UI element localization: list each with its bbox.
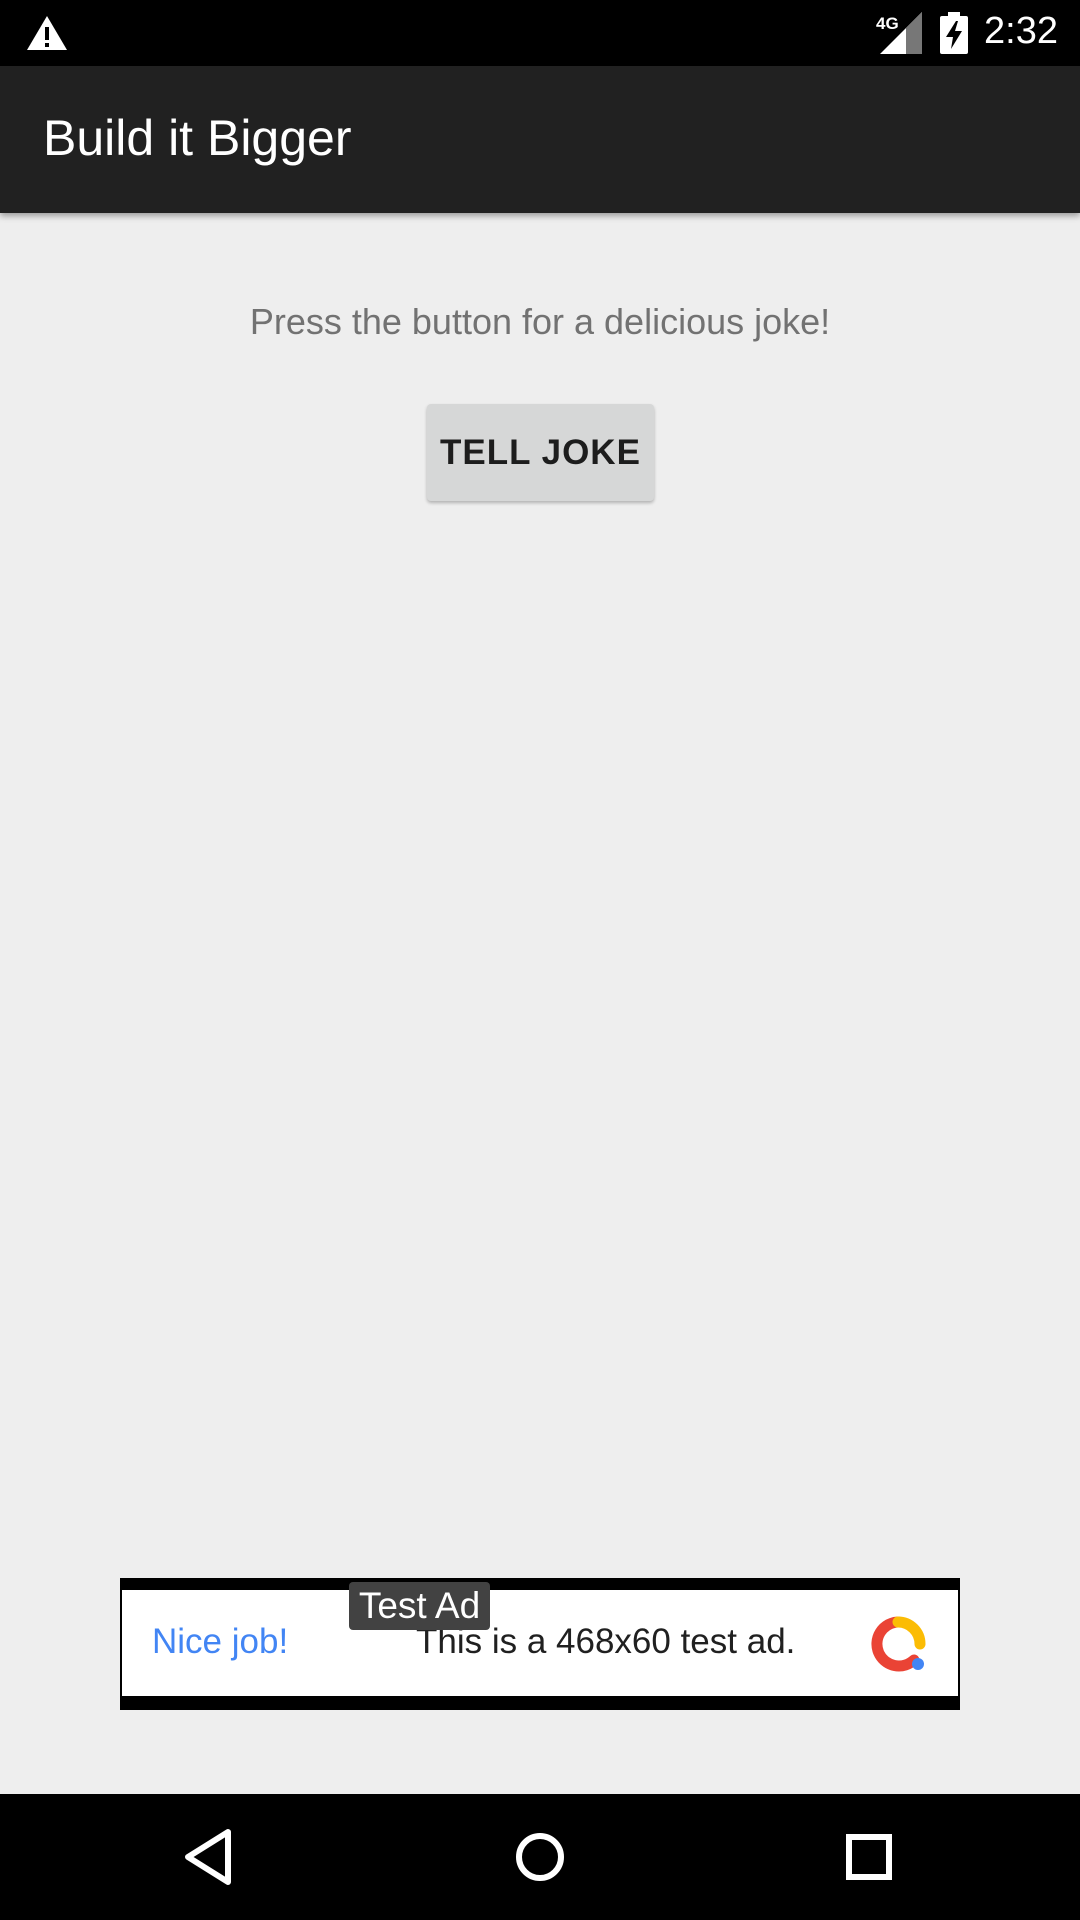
admob-logo-icon: [871, 1616, 926, 1672]
app-title: Build it Bigger: [43, 110, 352, 166]
recents-icon[interactable]: [836, 1824, 902, 1890]
network-type-label: 4G: [876, 14, 899, 33]
ad-content[interactable]: Nice job! This is a 468x60 test ad.: [122, 1590, 958, 1696]
status-bar: 4G 2:32: [0, 0, 1080, 66]
app-bar: Build it Bigger: [0, 66, 1080, 213]
test-ad-badge: Test Ad: [349, 1582, 490, 1630]
home-icon[interactable]: [507, 1824, 573, 1890]
instructions-text: Press the button for a delicious joke!: [249, 301, 831, 342]
navigation-bar: [0, 1794, 1080, 1920]
tell-joke-button[interactable]: TELL JOKE: [427, 404, 654, 501]
ad-banner[interactable]: Nice job! This is a 468x60 test ad.: [120, 1578, 960, 1710]
status-time: 2:32: [984, 10, 1058, 52]
back-icon[interactable]: [178, 1824, 244, 1890]
ad-headline[interactable]: Nice job!: [152, 1622, 288, 1662]
battery-charging-icon: [940, 12, 968, 54]
warning-icon: [27, 16, 67, 50]
